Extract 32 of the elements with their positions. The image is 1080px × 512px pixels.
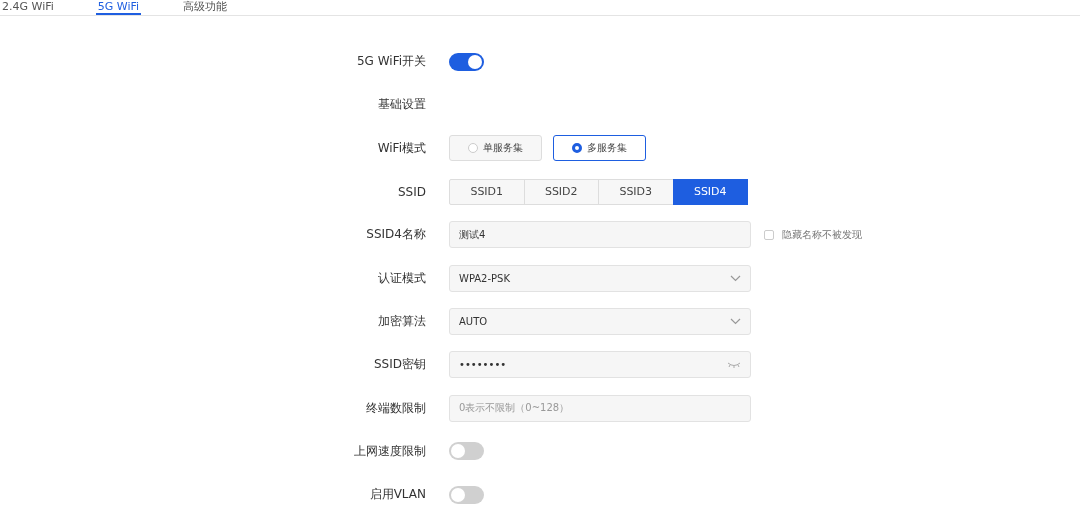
field-label: SSID密钥 <box>374 356 426 374</box>
field-label: 终端数限制 <box>366 399 426 417</box>
field-label: 加密算法 <box>378 312 426 330</box>
ssid-tab[interactable]: SSID2 <box>523 178 599 205</box>
field-label: 5G WiFi开关 <box>356 53 426 71</box>
dropdown-select[interactable]: AUTO <box>449 307 751 335</box>
tab[interactable]: 5G WiFi <box>95 0 142 15</box>
closed-eye-icon <box>727 361 741 368</box>
field-label: 启用VLAN <box>369 486 426 504</box>
toggle-switch[interactable] <box>449 485 484 504</box>
ssid-tab[interactable]: SSID1 <box>449 178 525 205</box>
password-field[interactable]: •••••••• <box>449 351 751 379</box>
input-field[interactable]: 测试4 <box>449 221 751 249</box>
field-label: 上网速度限制 <box>354 442 426 460</box>
radio-option[interactable]: 单服务集 <box>449 135 542 162</box>
tab[interactable]: 2.4G WiFi <box>0 0 56 15</box>
dropdown-select[interactable]: WPA2-PSK <box>449 264 751 292</box>
toggle-switch[interactable] <box>449 442 484 461</box>
field-label: 认证模式 <box>378 269 426 287</box>
field-label: SSID <box>398 184 426 199</box>
tab[interactable]: 高级功能 <box>181 0 230 15</box>
toggle-switch[interactable] <box>449 52 484 71</box>
checkbox-label: 隐藏名称不被发现 <box>782 227 862 242</box>
ssid-tab[interactable]: SSID3 <box>598 178 674 205</box>
checkbox[interactable] <box>764 229 774 240</box>
radio-option[interactable]: 多服务集 <box>553 135 646 162</box>
section-heading: 基础设置 <box>378 96 426 114</box>
field-label: WiFi模式 <box>377 139 426 157</box>
chevron-down-icon <box>730 317 741 325</box>
ssid-tab[interactable]: SSID4 <box>672 178 748 205</box>
field-label: SSID4名称 <box>366 226 426 244</box>
chevron-down-icon <box>730 274 741 282</box>
